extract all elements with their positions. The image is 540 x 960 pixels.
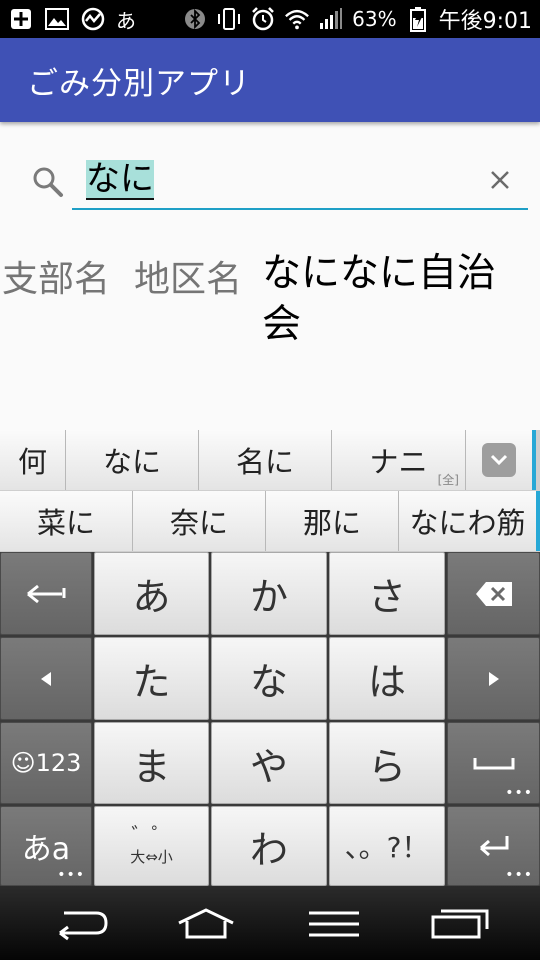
cursor-right-key[interactable]: [447, 637, 540, 720]
candidate[interactable]: なにわ筋: [399, 491, 540, 551]
battery-charging-icon: [405, 6, 431, 32]
signal-icon: [318, 6, 344, 32]
more-dots: •••: [505, 867, 533, 883]
left-arrow-icon: [41, 671, 51, 686]
more-dots: •••: [505, 785, 533, 801]
image-icon: [44, 6, 70, 32]
screen: あ 63% 午後9:01 ごみ分別アプリ なに 支部名 地区名 なになに自治会 …: [0, 0, 540, 960]
recents-icon: [431, 909, 489, 939]
candidate[interactable]: 那に: [266, 491, 399, 551]
menu-button[interactable]: [302, 904, 366, 944]
app-title: ごみ分別アプリ: [27, 66, 251, 102]
backspace-icon: [475, 581, 512, 606]
vibrate-icon: [216, 6, 242, 32]
backspace-key[interactable]: [447, 552, 540, 635]
input-mode-label: あa: [21, 832, 71, 867]
menu-icon: [309, 911, 359, 937]
dakuten-key[interactable]: ゛゜ 大⇔小: [94, 806, 209, 886]
navigation-bar: [0, 886, 540, 960]
punctuation-key[interactable]: 、。?！: [329, 806, 445, 886]
candidate[interactable]: なに: [66, 430, 199, 490]
key-sa[interactable]: さ: [329, 552, 445, 635]
back-icon: [59, 911, 108, 941]
candidate[interactable]: 何: [0, 430, 66, 490]
candidate-label: ナニ: [369, 445, 428, 479]
add-icon: [8, 6, 34, 32]
home-icon: [178, 908, 234, 939]
input-hiragana-icon: あ: [116, 8, 136, 33]
chevron-down-icon: [482, 443, 516, 477]
key-ya[interactable]: や: [211, 722, 327, 804]
undo-key[interactable]: [0, 552, 92, 635]
search-bar: なに: [0, 150, 540, 212]
expand-candidates-button[interactable]: [466, 430, 536, 490]
clock: 午後9:01: [438, 9, 532, 34]
key-na[interactable]: な: [211, 637, 327, 720]
cursor-left-key[interactable]: [0, 637, 92, 720]
key-wa[interactable]: わ: [211, 806, 327, 886]
key-a[interactable]: あ: [94, 552, 209, 635]
battery-percent: 63%: [352, 7, 397, 31]
enter-key[interactable]: •••: [447, 806, 540, 886]
key-ha[interactable]: は: [329, 637, 445, 720]
size-toggle-label: 大⇔小: [130, 848, 173, 866]
status-bar-left: あ: [8, 0, 136, 38]
home-button[interactable]: [174, 904, 238, 944]
key-ma[interactable]: ま: [94, 722, 209, 804]
key-ra[interactable]: ら: [329, 722, 445, 804]
candidate[interactable]: 菜に: [0, 491, 133, 551]
candidate-tag: [全]: [437, 473, 459, 487]
district-value: なになに自治会: [262, 251, 497, 347]
candidate-row-1: 何 なに 名に ナニ [全]: [0, 430, 540, 490]
recents-button[interactable]: [428, 904, 492, 944]
search-icon: [30, 164, 66, 200]
bluetooth-icon: [182, 6, 208, 32]
undo-arrow-icon: [27, 584, 66, 603]
soft-keyboard: 何 なに 名に ナニ [全] 菜に 奈に 那に なにわ筋 あ か さ た な は…: [0, 430, 540, 886]
candidate[interactable]: 名に: [199, 430, 332, 490]
candidate[interactable]: 奈に: [133, 491, 266, 551]
activity-icon: [80, 6, 106, 32]
space-icon: [473, 758, 514, 770]
back-button[interactable]: [48, 904, 112, 944]
status-bar-right: 63% 午後9:01: [182, 0, 532, 38]
close-icon[interactable]: [486, 166, 514, 194]
input-mode-key[interactable]: あa •••: [0, 806, 92, 886]
emoji-number-key[interactable]: ☺123: [0, 722, 92, 804]
search-input-value: なに: [86, 159, 154, 200]
app-bar: ごみ分別アプリ: [0, 38, 540, 122]
keypad: あ か さ た な は ☺123 ま や ら ••• あa ••• ゛゜ 大⇔小…: [0, 552, 540, 886]
status-bar: あ 63% 午後9:01: [0, 0, 540, 38]
enter-icon: [479, 836, 508, 857]
more-dots: •••: [57, 867, 85, 883]
candidate-row-2: 菜に 奈に 那に なにわ筋: [0, 491, 540, 551]
search-input[interactable]: なに: [72, 150, 528, 210]
key-ka[interactable]: か: [211, 552, 327, 635]
alarm-icon: [250, 6, 276, 32]
candidate[interactable]: ナニ [全]: [332, 430, 466, 490]
branch-label: 支部名: [2, 259, 111, 300]
wifi-icon: [284, 6, 310, 32]
key-ta[interactable]: た: [94, 637, 209, 720]
district-label: 地区名: [134, 259, 243, 300]
right-arrow-icon: [488, 671, 499, 686]
dakuten-label: ゛゜: [131, 823, 172, 847]
space-key[interactable]: •••: [447, 722, 540, 804]
